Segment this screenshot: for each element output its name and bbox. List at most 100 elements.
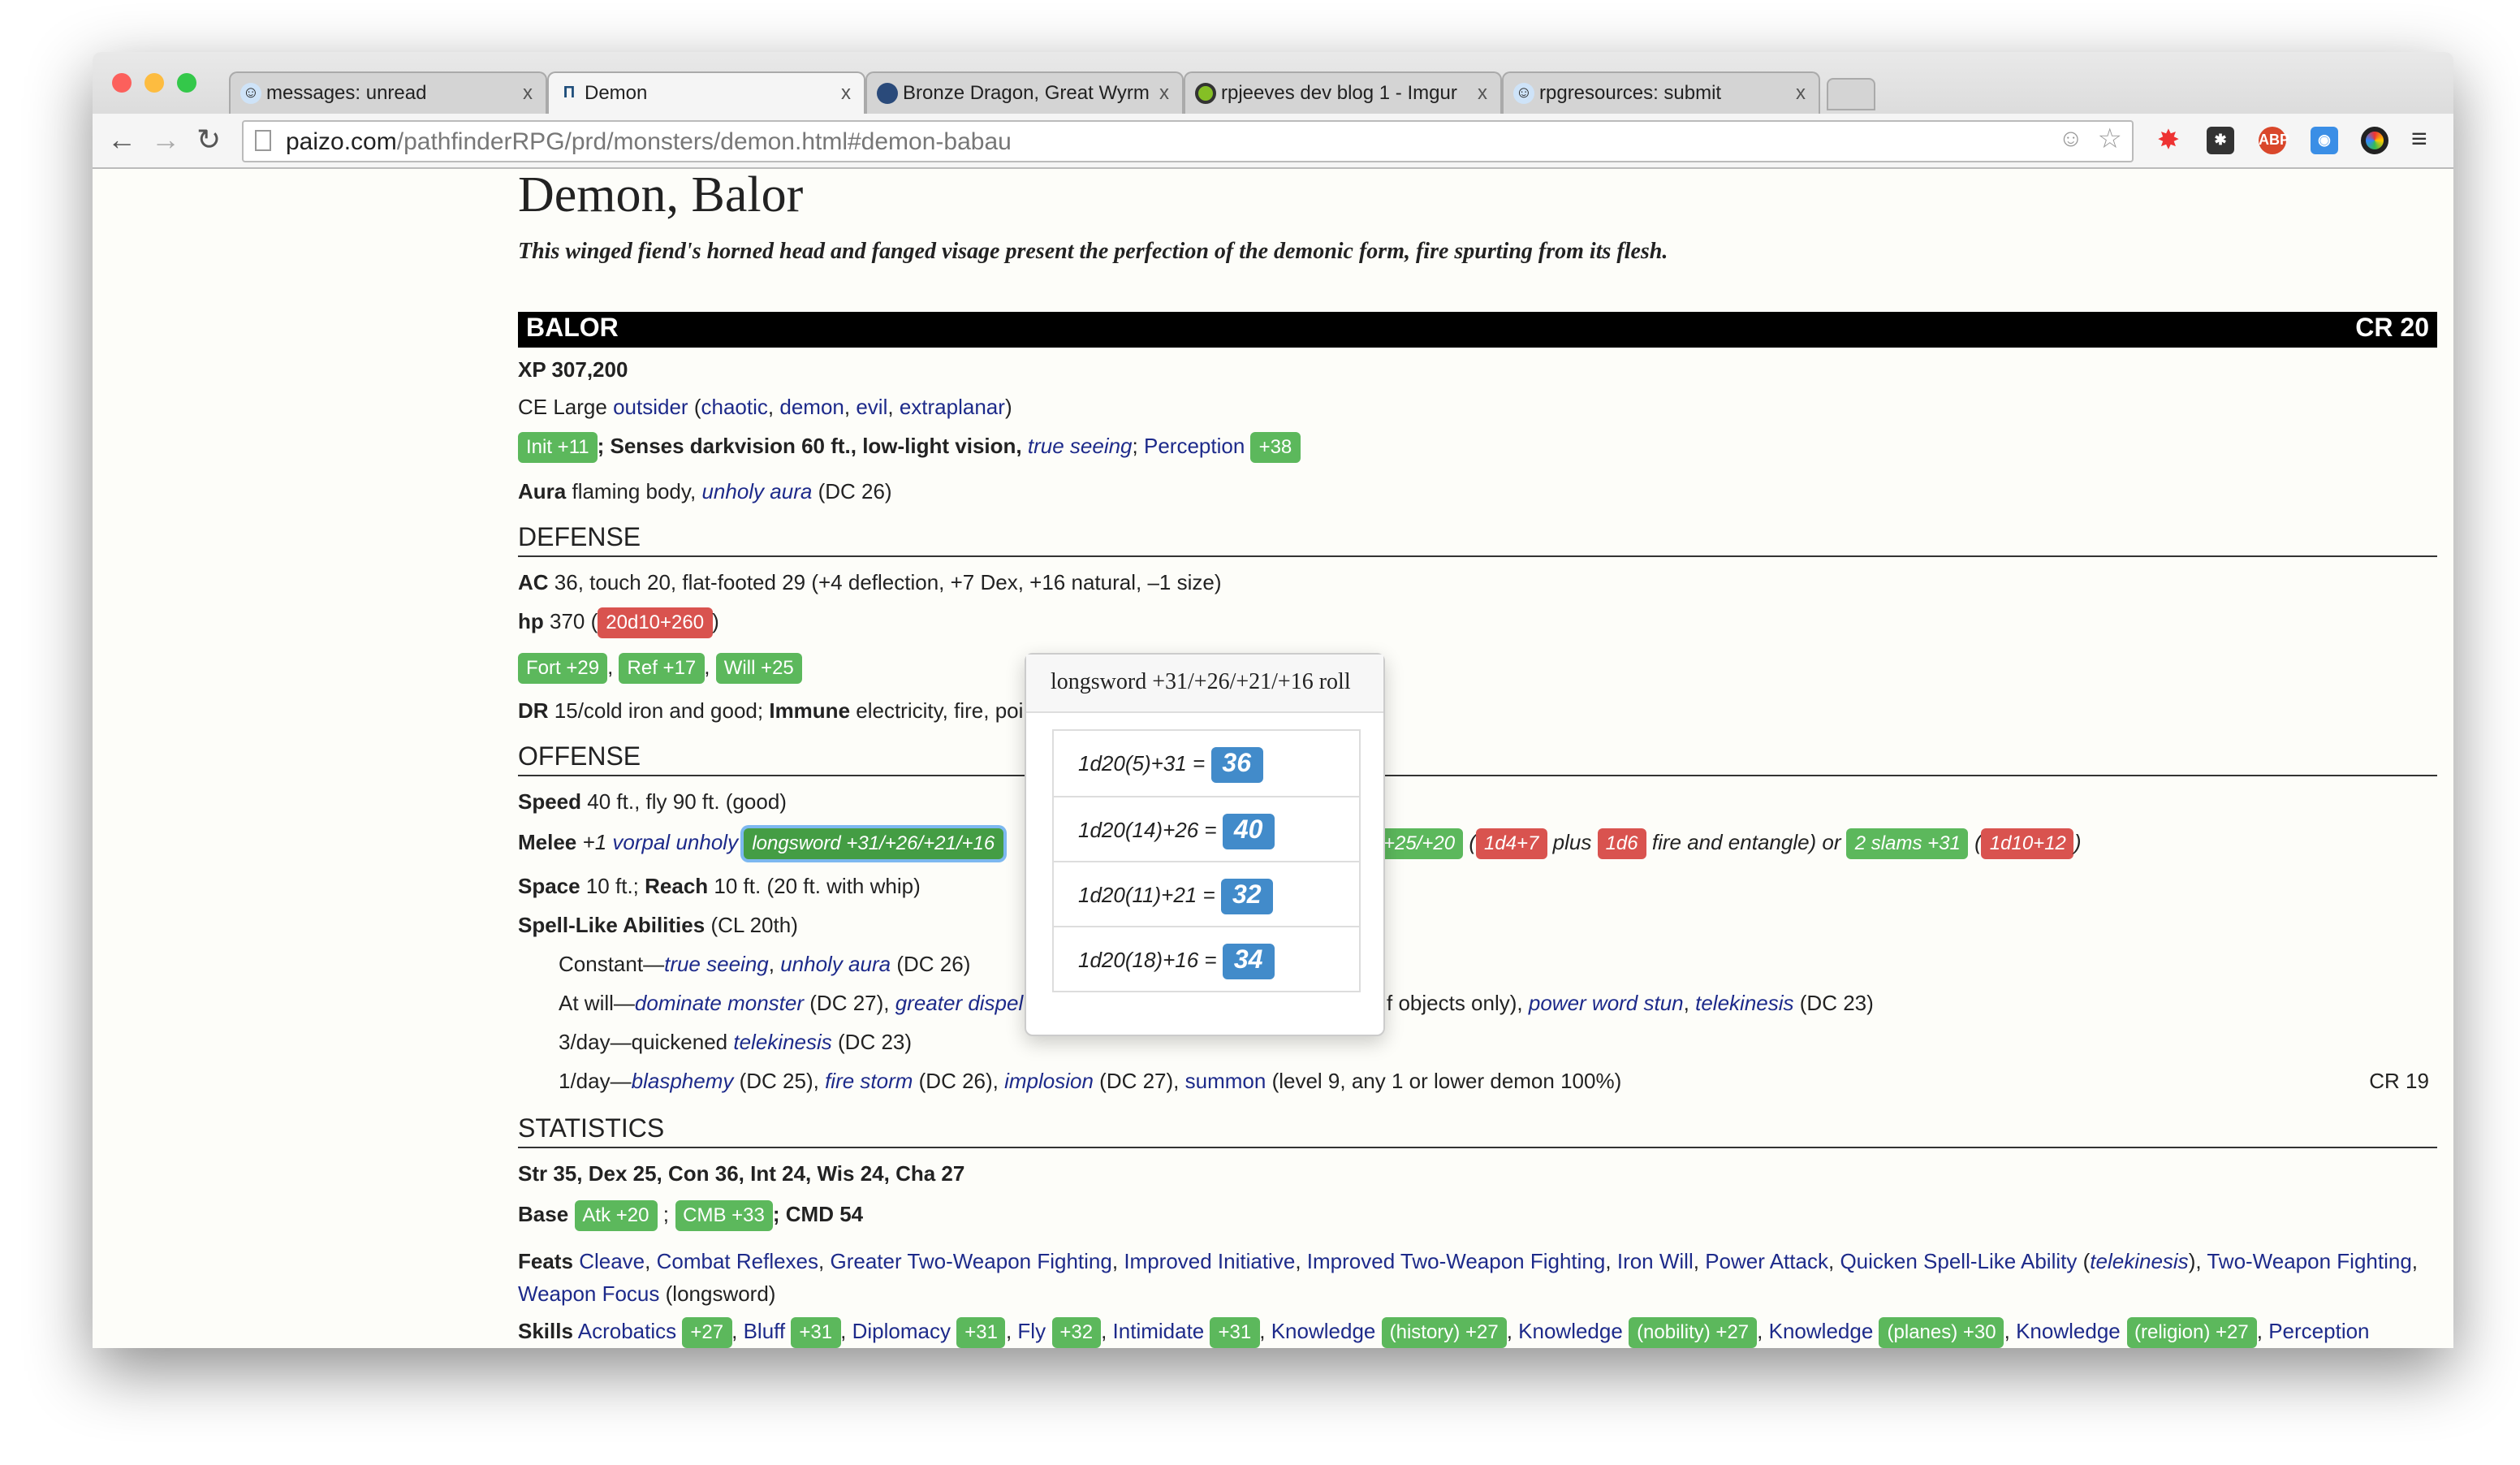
spell-link[interactable]: telekinesis <box>1695 991 1793 1015</box>
extension-puzzle-icon[interactable]: ✱ <box>2207 127 2234 154</box>
atk-roll-button[interactable]: Atk +20 <box>574 1200 658 1231</box>
feat-link[interactable]: Power Attack <box>1705 1249 1828 1273</box>
type-link[interactable]: outsider <box>613 395 688 419</box>
feat-link[interactable]: Cleave <box>579 1249 645 1273</box>
skill-link[interactable]: Diplomacy <box>852 1319 951 1343</box>
unholy-link[interactable]: unholy <box>675 830 738 854</box>
close-tab-icon[interactable]: x <box>1478 81 1487 104</box>
imgur-icon <box>1195 83 1216 104</box>
tab-messages[interactable]: ☺ messages: unread x <box>229 71 547 114</box>
longsword-roll-button[interactable]: longsword +31/+26/+21/+16 <box>744 828 1003 859</box>
cmb-roll-button[interactable]: CMB +33 <box>675 1200 773 1231</box>
unholy-aura-link[interactable]: unholy aura <box>701 479 812 503</box>
skill-roll-button[interactable]: +27 <box>682 1317 732 1348</box>
reddit-icon: ☺ <box>240 83 261 104</box>
vorpal-link[interactable]: vorpal <box>612 830 670 854</box>
tab-demon[interactable]: Π Demon x <box>547 71 865 115</box>
extension-burst-icon[interactable]: ✸ <box>2155 127 2182 154</box>
tab-bronze-dragon[interactable]: Bronze Dragon, Great Wyrm x <box>865 71 1184 114</box>
feat-link[interactable]: Improved Initiative <box>1124 1249 1295 1273</box>
bookmark-star-icon[interactable]: ☆ <box>2098 123 2123 156</box>
extension-shield-icon[interactable]: ◉ <box>2311 127 2338 154</box>
true-seeing-link[interactable]: true seeing <box>1028 434 1133 458</box>
close-tab-icon[interactable]: x <box>1796 81 1806 104</box>
reddit-icon[interactable]: ☺ <box>2058 125 2083 153</box>
new-tab-button[interactable] <box>1827 78 1875 110</box>
close-tab-icon[interactable]: x <box>523 81 533 104</box>
roll-row: 1d20(11)+21 = 32 <box>1054 861 1359 926</box>
skill-link[interactable]: Perception <box>2268 1319 2369 1343</box>
skill-roll-button[interactable]: +31 <box>791 1317 841 1348</box>
ref-roll-button[interactable]: Ref +17 <box>619 653 705 684</box>
attack-roll-button[interactable]: +25/+20 <box>1375 828 1464 859</box>
close-tab-icon[interactable]: x <box>1159 81 1169 104</box>
slams-roll-button[interactable]: 2 slams +31 <box>1846 828 1969 859</box>
skill-roll-button[interactable]: (history) +27 <box>1381 1317 1507 1348</box>
skill-roll-button[interactable]: (planes) +30 <box>1879 1317 2004 1348</box>
feat-link[interactable]: Improved Two-Weapon Fighting <box>1307 1249 1606 1273</box>
tab-rpgresources[interactable]: ☺ rpgresources: submit x <box>1502 71 1820 114</box>
close-window-button[interactable] <box>112 73 132 93</box>
skill-link[interactable]: Knowledge <box>2016 1319 2121 1343</box>
skill-link[interactable]: Knowledge <box>1518 1319 1623 1343</box>
skill-roll-button[interactable]: +31 <box>1210 1317 1260 1348</box>
spell-link[interactable]: telekinesis <box>733 1030 831 1054</box>
fort-roll-button[interactable]: Fort +29 <box>518 653 608 684</box>
subtype-link[interactable]: chaotic <box>701 395 768 419</box>
feat-link[interactable]: Two-Weapon Fighting <box>2207 1249 2411 1273</box>
subtype-link[interactable]: evil <box>856 395 887 419</box>
text: fire and entangle) or <box>1646 830 1847 854</box>
spell-link[interactable]: implosion <box>1004 1069 1094 1093</box>
spell-link[interactable]: unholy aura <box>780 952 891 976</box>
feat-link[interactable]: Iron Will <box>1617 1249 1694 1273</box>
spell-link[interactable]: dominate monster <box>635 991 804 1015</box>
label: hp <box>518 609 544 633</box>
skill-link[interactable]: Bluff <box>744 1319 786 1343</box>
forward-icon[interactable]: → <box>151 123 180 158</box>
feat-link[interactable]: Quicken Spell-Like Ability <box>1840 1249 2077 1273</box>
subtype-link[interactable]: demon <box>779 395 844 419</box>
skill-link[interactable]: Intimidate <box>1113 1319 1205 1343</box>
summon-cr: CR 19 <box>2369 1069 2429 1093</box>
skill-link[interactable]: Knowledge <box>1271 1319 1376 1343</box>
page-icon <box>255 130 271 151</box>
reload-icon[interactable]: ↻ <box>196 123 221 158</box>
spell-link[interactable]: true seeing <box>664 952 769 976</box>
skill-link[interactable]: Knowledge <box>1769 1319 1874 1343</box>
skill-roll-button[interactable]: (nobility) +27 <box>1629 1317 1758 1348</box>
feat-link[interactable]: Greater Two-Weapon Fighting <box>831 1249 1112 1273</box>
maximize-window-button[interactable] <box>177 73 196 93</box>
init-roll-button[interactable]: Init +11 <box>518 432 598 463</box>
spell-link[interactable]: telekinesis <box>2090 1249 2188 1273</box>
spell-link[interactable]: power word stun <box>1529 991 1684 1015</box>
skill-roll-button[interactable]: +32 <box>1051 1317 1102 1348</box>
address-bar[interactable]: paizo.com/pathfinderRPG/prd/monsters/dem… <box>242 120 2134 162</box>
perception-link[interactable]: Perception <box>1144 434 1245 458</box>
menu-icon[interactable]: ≡ <box>2411 123 2427 156</box>
will-roll-button[interactable]: Will +25 <box>715 653 802 684</box>
minimize-window-button[interactable] <box>145 73 164 93</box>
skill-roll-button[interactable]: +31 <box>956 1317 1006 1348</box>
close-tab-icon[interactable]: x <box>841 81 851 104</box>
adblock-icon[interactable]: ABP <box>2259 127 2289 154</box>
fire-damage-roll-button[interactable]: 1d6 <box>1597 828 1646 859</box>
skill-link[interactable]: Acrobatics <box>578 1319 676 1343</box>
skill-link[interactable]: Fly <box>1017 1319 1046 1343</box>
subtype-link[interactable]: extraplanar <box>900 395 1005 419</box>
skill-roll-button[interactable]: (religion) +27 <box>2126 1317 2257 1348</box>
extension-color-icon[interactable] <box>2361 127 2388 154</box>
spell-link[interactable]: summon <box>1185 1069 1266 1093</box>
damage-roll-button[interactable]: 1d4+7 <box>1476 828 1547 859</box>
spell-link[interactable]: fire storm <box>825 1069 913 1093</box>
tab-imgur[interactable]: rpjeeves dev blog 1 - Imgur x <box>1184 71 1502 114</box>
hp-roll-button[interactable]: 20d10+260 <box>598 607 713 638</box>
roll-popup: longsword +31/+26/+21/+16 roll 1d20(5)+3… <box>1025 653 1385 1036</box>
feat-link[interactable]: Weapon Focus <box>518 1281 659 1306</box>
perception-roll-button[interactable]: +38 <box>1250 432 1301 463</box>
popup-title: longsword +31/+26/+21/+16 roll <box>1026 655 1383 713</box>
slam-damage-roll-button[interactable]: 1d10+12 <box>1981 828 2074 859</box>
spell-link[interactable]: blasphemy <box>632 1069 734 1093</box>
text: 36, touch 20, flat-footed 29 (+4 deflect… <box>548 570 1222 594</box>
feat-link[interactable]: Combat Reflexes <box>657 1249 818 1273</box>
back-icon[interactable]: ← <box>107 123 136 158</box>
